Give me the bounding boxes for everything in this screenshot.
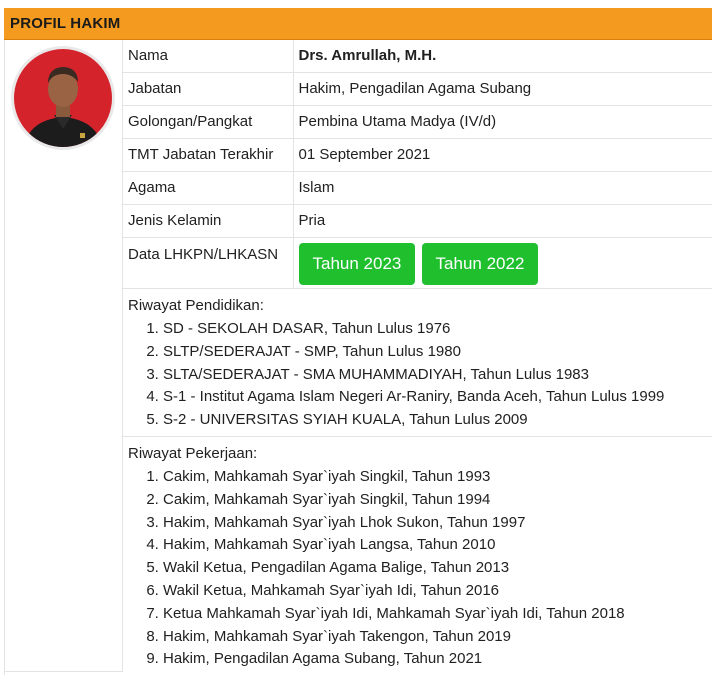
list-item: Wakil Ketua, Mahkamah Syar`iyah Idi, Tah… bbox=[163, 580, 707, 603]
list-item: Cakim, Mahkamah Syar`iyah Singkil, Tahun… bbox=[163, 489, 707, 512]
avatar bbox=[11, 46, 115, 150]
row-agama: Agama Islam bbox=[123, 171, 712, 206]
photo-column bbox=[5, 40, 123, 672]
list-item: S-2 - UNIVERSITAS SYIAH KUALA, Tahun Lul… bbox=[163, 409, 707, 432]
row-nama: Nama Drs. Amrullah, M.H. bbox=[123, 40, 712, 74]
education-section: Riwayat Pendidikan: SD - SEKOLAH DASAR, … bbox=[123, 289, 712, 438]
field-value: 01 September 2021 bbox=[293, 138, 712, 173]
row-tmt: TMT Jabatan Terakhir 01 September 2021 bbox=[123, 138, 712, 173]
list-item: Wakil Ketua, Pengadilan Agama Balige, Ta… bbox=[163, 557, 707, 580]
list-item: Ketua Mahkamah Syar`iyah Idi, Mahkamah S… bbox=[163, 603, 707, 626]
work-list: Cakim, Mahkamah Syar`iyah Singkil, Tahun… bbox=[128, 466, 707, 671]
education-title: Riwayat Pendidikan: bbox=[128, 297, 264, 315]
field-label: Agama bbox=[123, 171, 294, 206]
row-golongan: Golongan/Pangkat Pembina Utama Madya (IV… bbox=[123, 105, 712, 140]
list-item: Cakim, Mahkamah Syar`iyah Singkil, Tahun… bbox=[163, 466, 707, 489]
list-item: Hakim, Pengadilan Agama Subang, Tahun 20… bbox=[163, 648, 707, 671]
list-item: SLTP/SEDERAJAT - SMP, Tahun Lulus 1980 bbox=[163, 341, 707, 364]
field-label: Nama bbox=[123, 40, 294, 74]
lhkpn-buttons: Tahun 2023 Tahun 2022 bbox=[293, 237, 712, 290]
section-header: PROFIL HAKIM bbox=[4, 8, 712, 40]
profile-card: PROFIL HAKIM Nama Drs. Amrullah, M.H. Ja… bbox=[4, 8, 712, 676]
avatar-photo bbox=[14, 49, 112, 147]
field-value-name: Drs. Amrullah, M.H. bbox=[293, 40, 712, 74]
list-item: Hakim, Mahkamah Syar`iyah Takengon, Tahu… bbox=[163, 626, 707, 649]
field-label: Jabatan bbox=[123, 72, 294, 107]
list-item: S-1 - Institut Agama Islam Negeri Ar-Ran… bbox=[163, 386, 707, 409]
row-jenis-kelamin: Jenis Kelamin Pria bbox=[123, 204, 712, 239]
profile-info: Nama Drs. Amrullah, M.H. Jabatan Hakim, … bbox=[123, 40, 712, 675]
list-item: Hakim, Mahkamah Syar`iyah Langsa, Tahun … bbox=[163, 534, 707, 557]
lhkpn-2023-button[interactable]: Tahun 2023 bbox=[298, 243, 416, 286]
work-title: Riwayat Pekerjaan: bbox=[128, 445, 258, 463]
field-label: Data LHKPN/LHKASN bbox=[123, 237, 294, 290]
field-value: Pembina Utama Madya (IV/d) bbox=[293, 105, 712, 140]
lhkpn-2022-button[interactable]: Tahun 2022 bbox=[421, 243, 539, 286]
work-section: Riwayat Pekerjaan: Cakim, Mahkamah Syar`… bbox=[123, 437, 712, 675]
row-jabatan: Jabatan Hakim, Pengadilan Agama Subang bbox=[123, 72, 712, 107]
list-item: SLTA/SEDERAJAT - SMA MUHAMMADIYAH, Tahun… bbox=[163, 364, 707, 387]
list-item: SD - SEKOLAH DASAR, Tahun Lulus 1976 bbox=[163, 318, 707, 341]
field-label: TMT Jabatan Terakhir bbox=[123, 138, 294, 173]
profile-table: Nama Drs. Amrullah, M.H. Jabatan Hakim, … bbox=[123, 40, 712, 290]
row-lhkpn: Data LHKPN/LHKASN Tahun 2023 Tahun 2022 bbox=[123, 237, 712, 290]
field-label: Golongan/Pangkat bbox=[123, 105, 294, 140]
field-value: Hakim, Pengadilan Agama Subang bbox=[293, 72, 712, 107]
field-value: Pria bbox=[293, 204, 712, 239]
field-label: Jenis Kelamin bbox=[123, 204, 294, 239]
list-item: Hakim, Mahkamah Syar`iyah Lhok Sukon, Ta… bbox=[163, 512, 707, 535]
field-value: Islam bbox=[293, 171, 712, 206]
education-list: SD - SEKOLAH DASAR, Tahun Lulus 1976 SLT… bbox=[128, 318, 707, 432]
